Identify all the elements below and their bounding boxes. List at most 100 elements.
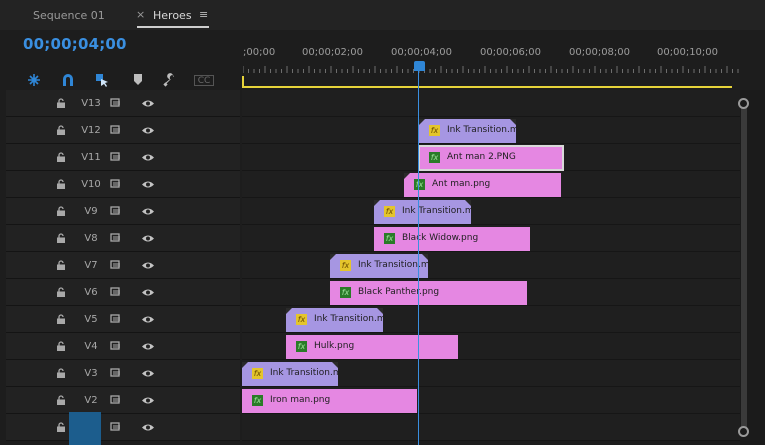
- lock-icon[interactable]: [56, 260, 66, 270]
- track-name[interactable]: V11: [76, 152, 106, 163]
- tab-sequence-01[interactable]: Sequence 01: [33, 9, 105, 22]
- lock-icon[interactable]: [56, 341, 66, 351]
- lock-icon[interactable]: [56, 179, 66, 189]
- track-header-v6[interactable]: V6: [6, 279, 240, 306]
- track-name[interactable]: V3: [76, 368, 106, 379]
- sync-lock-icon[interactable]: [110, 341, 122, 351]
- linked-selection-icon[interactable]: [94, 72, 110, 88]
- track-lane-v1[interactable]: [242, 414, 740, 441]
- lock-icon[interactable]: [56, 125, 66, 135]
- sync-lock-icon[interactable]: [110, 368, 122, 378]
- fx-badge-icon[interactable]: fx: [384, 206, 395, 217]
- sync-lock-icon[interactable]: [110, 125, 122, 135]
- sync-lock-icon[interactable]: [110, 206, 122, 216]
- sync-lock-icon[interactable]: [110, 152, 122, 162]
- track-lane-v7[interactable]: [242, 252, 740, 279]
- track-header-v10[interactable]: V10: [6, 171, 240, 198]
- transition-clip-v3[interactable]: fx Ink Transition.m: [242, 362, 338, 386]
- panel-menu-icon[interactable]: ≡: [199, 8, 208, 21]
- track-name[interactable]: V5: [76, 314, 106, 325]
- track-header-v7[interactable]: V7: [6, 252, 240, 279]
- track-header-v5[interactable]: V5: [6, 306, 240, 333]
- lock-icon[interactable]: [56, 395, 66, 405]
- track-header-v1[interactable]: V1: [6, 414, 240, 441]
- track-name[interactable]: V2: [76, 395, 106, 406]
- sync-lock-icon[interactable]: [110, 422, 122, 432]
- track-header-v8[interactable]: V8: [6, 225, 240, 252]
- track-name[interactable]: V9: [76, 206, 106, 217]
- source-patch-v1[interactable]: [69, 412, 101, 445]
- track-header-v3[interactable]: V3: [6, 360, 240, 387]
- track-header-v4[interactable]: V4: [6, 333, 240, 360]
- image-clip-v8[interactable]: fx Black Widow.png: [374, 227, 530, 251]
- lock-icon[interactable]: [56, 206, 66, 216]
- track-header-v12[interactable]: V12: [6, 117, 240, 144]
- image-clip-v6[interactable]: fx Black Panther.png: [330, 281, 527, 305]
- image-clip-v4[interactable]: fx Hulk.png: [286, 335, 458, 359]
- eye-icon[interactable]: [141, 342, 155, 351]
- scrollbar-track[interactable]: [741, 103, 747, 431]
- fx-badge-icon[interactable]: fx: [384, 233, 395, 244]
- lock-icon[interactable]: [56, 422, 66, 432]
- lock-icon[interactable]: [56, 368, 66, 378]
- lock-icon[interactable]: [56, 152, 66, 162]
- eye-icon[interactable]: [141, 99, 155, 108]
- fx-badge-icon[interactable]: fx: [252, 368, 263, 379]
- transition-clip-v12[interactable]: fx Ink Transition.m: [419, 119, 516, 143]
- track-name[interactable]: V10: [76, 179, 106, 190]
- magnet-icon[interactable]: [60, 72, 76, 88]
- eye-icon[interactable]: [141, 180, 155, 189]
- fx-badge-icon[interactable]: fx: [296, 314, 307, 325]
- sync-lock-icon[interactable]: [110, 395, 122, 405]
- image-clip-v10[interactable]: fx Ant man.png: [404, 173, 561, 197]
- sync-lock-icon[interactable]: [110, 260, 122, 270]
- lock-icon[interactable]: [56, 287, 66, 297]
- fx-badge-icon[interactable]: fx: [340, 287, 351, 298]
- eye-icon[interactable]: [141, 315, 155, 324]
- track-name[interactable]: V13: [76, 98, 106, 109]
- scroll-handle-bottom[interactable]: [738, 426, 749, 437]
- eye-icon[interactable]: [141, 369, 155, 378]
- transition-clip-v5[interactable]: fx Ink Transition.m: [286, 308, 383, 332]
- track-name[interactable]: V4: [76, 341, 106, 352]
- playhead-line[interactable]: [418, 70, 419, 445]
- track-header-v13[interactable]: V13: [6, 90, 240, 117]
- image-clip-v11[interactable]: fx Ant man 2.PNG: [418, 145, 564, 171]
- playhead-timecode[interactable]: 00;00;04;00: [23, 35, 127, 53]
- time-ruler[interactable]: [242, 30, 740, 90]
- fx-badge-icon[interactable]: fx: [340, 260, 351, 271]
- close-tab-icon[interactable]: ×: [136, 8, 145, 21]
- lock-icon[interactable]: [56, 233, 66, 243]
- scroll-handle-top[interactable]: [738, 98, 749, 109]
- sync-lock-icon[interactable]: [110, 233, 122, 243]
- track-name[interactable]: V6: [76, 287, 106, 298]
- eye-icon[interactable]: [141, 288, 155, 297]
- sync-lock-icon[interactable]: [110, 98, 122, 108]
- playhead-handle[interactable]: [414, 61, 425, 71]
- transition-clip-v9[interactable]: fx Ink Transition.m: [374, 200, 471, 224]
- track-header-v11[interactable]: V11: [6, 144, 240, 171]
- track-name[interactable]: V12: [76, 125, 106, 136]
- timeline-settings-icon[interactable]: [162, 72, 178, 88]
- track-lane-v9[interactable]: [242, 198, 740, 225]
- sync-lock-icon[interactable]: [110, 179, 122, 189]
- lock-icon[interactable]: [56, 98, 66, 108]
- track-name[interactable]: V8: [76, 233, 106, 244]
- track-header-v9[interactable]: V9: [6, 198, 240, 225]
- eye-icon[interactable]: [141, 126, 155, 135]
- lock-icon[interactable]: [56, 314, 66, 324]
- sync-lock-icon[interactable]: [110, 314, 122, 324]
- snap-icon[interactable]: [26, 72, 42, 88]
- track-lane-v13[interactable]: [242, 90, 740, 117]
- transition-clip-v7[interactable]: fx Ink Transition.m: [330, 254, 428, 278]
- add-marker-icon[interactable]: [130, 72, 146, 88]
- image-clip-v2[interactable]: fx Iron man.png: [242, 389, 417, 413]
- track-header-v2[interactable]: V2: [6, 387, 240, 414]
- eye-icon[interactable]: [141, 423, 155, 432]
- sync-lock-icon[interactable]: [110, 287, 122, 297]
- captions-icon[interactable]: CC: [194, 75, 214, 86]
- track-name[interactable]: V7: [76, 260, 106, 271]
- eye-icon[interactable]: [141, 261, 155, 270]
- eye-icon[interactable]: [141, 207, 155, 216]
- tab-heroes[interactable]: Heroes: [153, 9, 192, 22]
